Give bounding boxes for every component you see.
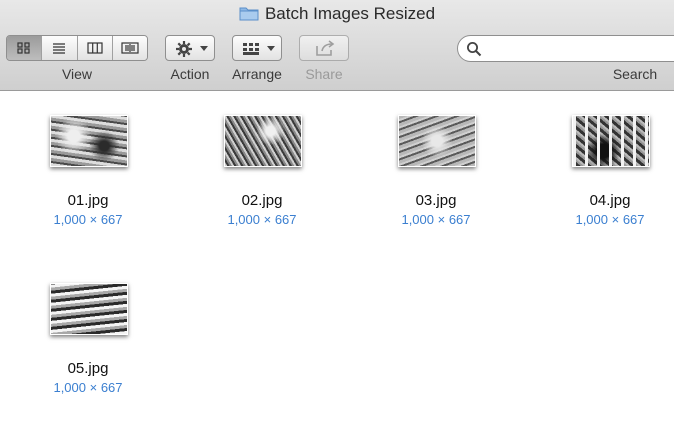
search-label: Search	[612, 66, 658, 82]
window-title: Batch Images Resized	[0, 4, 674, 26]
share-icon	[316, 40, 335, 56]
file-dimensions: 1,000 × 667	[575, 212, 645, 227]
window-title-text: Batch Images Resized	[264, 4, 436, 23]
file-name: 02.jpg	[241, 192, 283, 209]
share-button[interactable]	[299, 35, 349, 61]
search-icon	[467, 42, 482, 57]
file-dimensions: 1,000 × 667	[227, 212, 297, 227]
gear-icon	[176, 41, 192, 57]
finder-window: Batch Images Resized View Action Arrange…	[0, 0, 674, 436]
thumbnail-image	[224, 115, 302, 167]
column-view-button[interactable]	[76, 36, 112, 60]
coverflow-view-button[interactable]	[111, 36, 147, 60]
list-view-button[interactable]	[41, 36, 77, 60]
folder-icon	[239, 5, 259, 26]
chevron-down-icon	[200, 46, 208, 51]
file-dimensions: 1,000 × 667	[53, 212, 123, 227]
action-label: Action	[170, 66, 210, 82]
column-view-icon	[87, 42, 103, 54]
file-name: 01.jpg	[67, 192, 109, 209]
file-grid: 01.jpg 1,000 × 667 02.jpg 1,000 × 667 03…	[0, 91, 674, 436]
file-dimensions: 1,000 × 667	[53, 380, 123, 395]
toolbar: Batch Images Resized View Action Arrange…	[0, 0, 674, 91]
chevron-down-icon	[267, 46, 275, 51]
share-label: Share	[305, 66, 343, 82]
action-button[interactable]	[165, 35, 215, 61]
coverflow-view-icon	[121, 42, 139, 54]
file-name: 03.jpg	[415, 192, 457, 209]
search-input[interactable]	[486, 39, 674, 59]
icon-view-icon	[17, 42, 30, 54]
search-field[interactable]	[457, 35, 674, 62]
file-dimensions: 1,000 × 667	[401, 212, 471, 227]
arrange-label: Arrange	[232, 66, 282, 82]
file-name: 05.jpg	[67, 360, 109, 377]
thumbnail-image	[50, 283, 128, 335]
list-view-icon	[53, 43, 66, 54]
view-segmented-control	[6, 35, 148, 61]
view-label: View	[61, 66, 93, 82]
thumbnail-image	[398, 115, 476, 167]
thumbnail-image	[572, 115, 650, 167]
arrange-icon	[243, 43, 259, 55]
icon-view-button[interactable]	[7, 36, 42, 60]
arrange-button[interactable]	[232, 35, 282, 61]
file-name: 04.jpg	[589, 192, 631, 209]
thumbnail-image	[50, 115, 128, 167]
